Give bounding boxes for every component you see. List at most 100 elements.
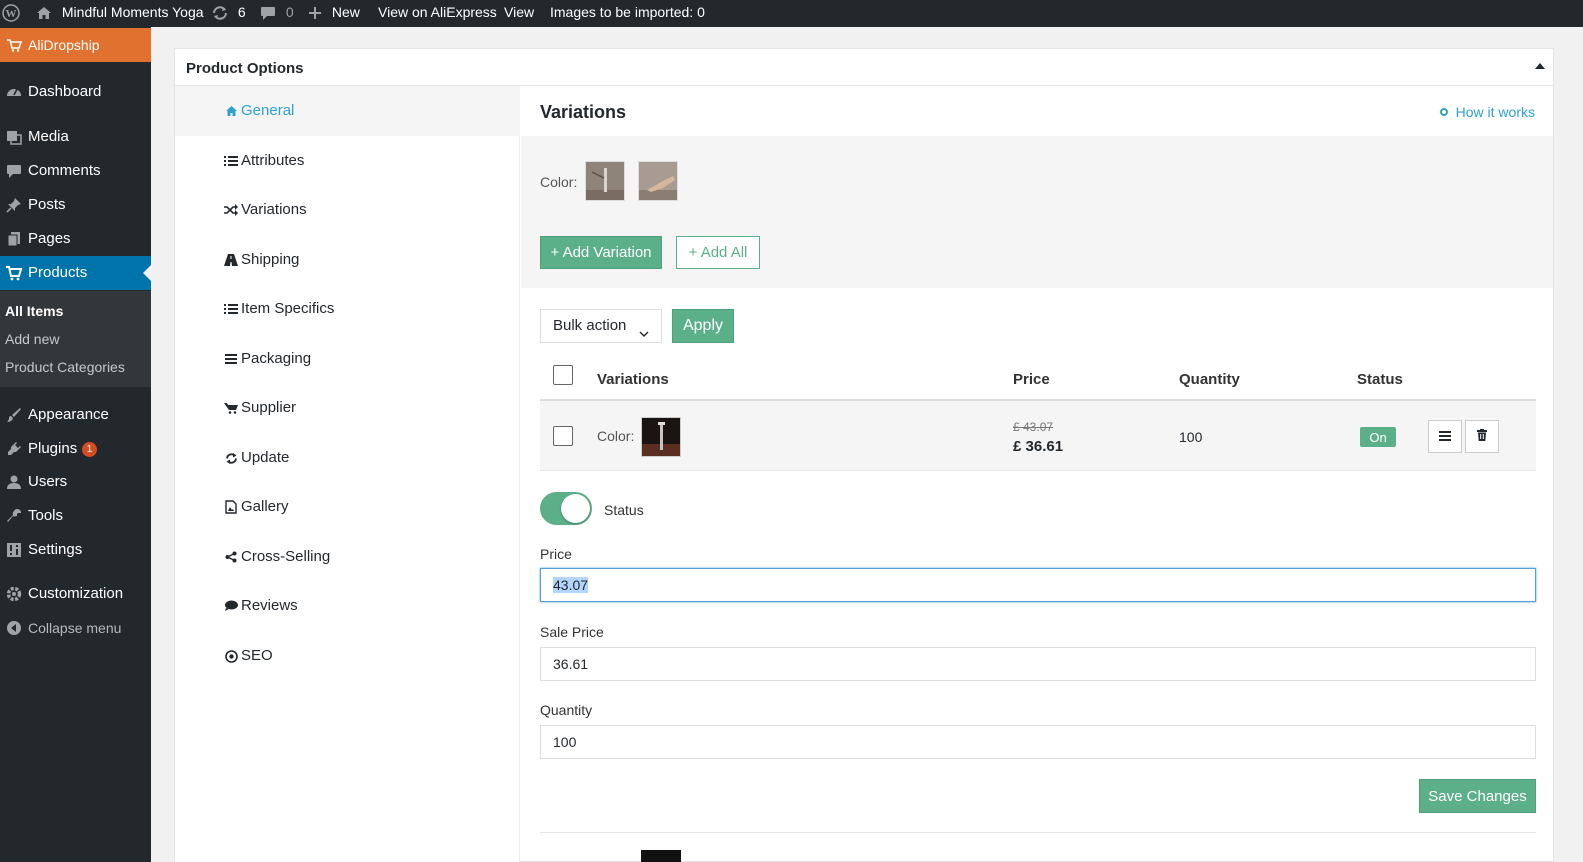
- submenu-add-new[interactable]: Add new: [5, 331, 59, 347]
- variations-header: Variations How it works: [521, 86, 1553, 136]
- shuffle-icon: [223, 185, 239, 235]
- sidebar-item-alidropship[interactable]: AliDropship: [0, 28, 151, 62]
- tab-label: Item Specifics: [241, 300, 335, 317]
- sale-price-value: 36.61: [553, 656, 589, 672]
- tab-label: Gallery: [241, 498, 289, 515]
- row-menu-button[interactable]: [1428, 420, 1462, 453]
- wordpress-logo-icon[interactable]: W: [2, 0, 20, 27]
- new-label: New: [331, 4, 360, 20]
- user-icon: [4, 465, 24, 499]
- collapse-panel-icon[interactable]: [1535, 63, 1545, 69]
- images-import-status[interactable]: Images to be imported: 0: [550, 0, 705, 27]
- color-swatch-2[interactable]: [638, 161, 678, 201]
- add-variation-button[interactable]: + Add Variation: [540, 236, 662, 269]
- tab-update[interactable]: Update: [175, 433, 520, 483]
- comments-count: 0: [285, 4, 294, 20]
- collapse-menu-button[interactable]: Collapse menu: [0, 611, 151, 645]
- how-it-works-link[interactable]: How it works: [1439, 104, 1535, 120]
- tab-reviews[interactable]: Reviews: [175, 581, 520, 631]
- sidebar-item-label: AliDropship: [28, 37, 100, 53]
- sidebar-item-settings[interactable]: Settings: [0, 533, 151, 567]
- refresh-icon: [211, 4, 229, 20]
- tab-gallery[interactable]: Gallery: [175, 482, 520, 532]
- settings-icon: [4, 533, 24, 567]
- brush-icon: [4, 398, 24, 432]
- submenu-product-categories[interactable]: Product Categories: [5, 359, 125, 375]
- admin-bar: W Mindful Moments Yoga 6 0 New View on A…: [0, 0, 1583, 27]
- product-options-panel: Product Options General Attributes Varia…: [174, 48, 1554, 862]
- trash-icon: [1477, 428, 1487, 446]
- quantity-input[interactable]: 100: [540, 725, 1536, 759]
- sidebar-item-users[interactable]: Users: [0, 465, 151, 499]
- updates-count: 6: [237, 4, 246, 20]
- submenu-all-items[interactable]: All Items: [5, 303, 63, 319]
- bulk-action-select[interactable]: Bulk action: [540, 309, 662, 343]
- comments-link[interactable]: 0: [260, 0, 294, 27]
- home-icon: [36, 4, 52, 20]
- row-color-label: Color:: [597, 428, 635, 444]
- add-all-button[interactable]: + Add All: [676, 236, 760, 269]
- tab-cross-selling[interactable]: Cross-Selling: [175, 532, 520, 582]
- tab-item-specifics[interactable]: Item Specifics: [175, 284, 520, 334]
- status-toggle-label: Status: [604, 502, 644, 518]
- view-aliexpress-link[interactable]: View on AliExpress: [378, 0, 497, 27]
- updates-link[interactable]: 6: [211, 0, 246, 27]
- price-input[interactable]: 43.07: [540, 568, 1536, 602]
- sidebar-item-pages[interactable]: Pages: [0, 222, 151, 256]
- tab-seo[interactable]: SEO: [175, 631, 520, 681]
- tab-attributes[interactable]: Attributes: [175, 136, 520, 186]
- color-swatch-1[interactable]: [585, 161, 625, 201]
- site-name-link[interactable]: Mindful Moments Yoga: [36, 0, 204, 27]
- tab-label: Attributes: [241, 152, 305, 169]
- tab-packaging[interactable]: Packaging: [175, 334, 520, 384]
- variations-content: Variations How it works Color: + Add Var…: [521, 86, 1553, 862]
- home-icon: [223, 86, 239, 136]
- tab-shipping[interactable]: Shipping: [175, 235, 520, 285]
- tab-supplier[interactable]: Supplier: [175, 383, 520, 433]
- list-icon: [223, 284, 239, 334]
- sidebar-item-label: Appearance: [28, 406, 109, 423]
- sidebar-item-media[interactable]: Media: [0, 120, 151, 154]
- row-delete-button[interactable]: [1465, 420, 1499, 453]
- status-toggle[interactable]: [540, 492, 592, 525]
- row-quantity: 100: [1179, 429, 1203, 445]
- new-content-link[interactable]: New: [308, 0, 360, 27]
- sidebar-item-tools[interactable]: Tools: [0, 499, 151, 533]
- sale-price-input[interactable]: 36.61: [540, 647, 1536, 681]
- row-price: £ 36.61: [1013, 438, 1064, 455]
- price-value: 43.07: [553, 577, 589, 593]
- admin-sidebar: AliDropship Dashboard Media Comments Pos…: [0, 27, 151, 862]
- sidebar-item-posts[interactable]: Posts: [0, 188, 151, 222]
- road-icon: [223, 235, 239, 285]
- apply-button[interactable]: Apply: [672, 309, 734, 343]
- share-icon: [223, 532, 239, 582]
- dashboard-icon: [4, 75, 24, 109]
- tab-label: Cross-Selling: [241, 548, 331, 565]
- quantity-label: Quantity: [540, 702, 593, 718]
- view-link[interactable]: View: [504, 0, 534, 27]
- tab-general[interactable]: General: [175, 86, 520, 136]
- sidebar-item-label: Media: [28, 128, 69, 145]
- select-all-checkbox[interactable]: [553, 365, 573, 385]
- tab-variations[interactable]: Variations: [175, 185, 520, 235]
- sidebar-item-comments[interactable]: Comments: [0, 154, 151, 188]
- column-variations: Variations: [597, 371, 669, 388]
- row-checkbox[interactable]: [553, 426, 573, 446]
- cart-icon: [4, 256, 24, 290]
- site-name: Mindful Moments Yoga: [61, 4, 204, 20]
- gear-icon: [4, 577, 24, 611]
- tab-label: Reviews: [241, 597, 298, 614]
- collapse-arrow-icon: [4, 611, 24, 645]
- sidebar-item-customization[interactable]: Customization: [0, 577, 151, 611]
- media-icon: [4, 120, 24, 154]
- sidebar-item-plugins[interactable]: Plugins 1: [0, 432, 151, 466]
- sidebar-item-products[interactable]: Products: [0, 256, 151, 290]
- save-changes-button[interactable]: Save Changes: [1419, 779, 1536, 813]
- table-row[interactable]: Color: £ 43.07 £ 36.61 100 On: [540, 401, 1536, 471]
- sidebar-item-label: Tools: [28, 507, 64, 524]
- sidebar-item-dashboard[interactable]: Dashboard: [0, 75, 151, 109]
- sidebar-item-label: Users: [28, 473, 68, 490]
- sidebar-item-label: Pages: [28, 230, 71, 247]
- variation-thumbnail: [641, 417, 681, 457]
- sidebar-item-appearance[interactable]: Appearance: [0, 398, 151, 432]
